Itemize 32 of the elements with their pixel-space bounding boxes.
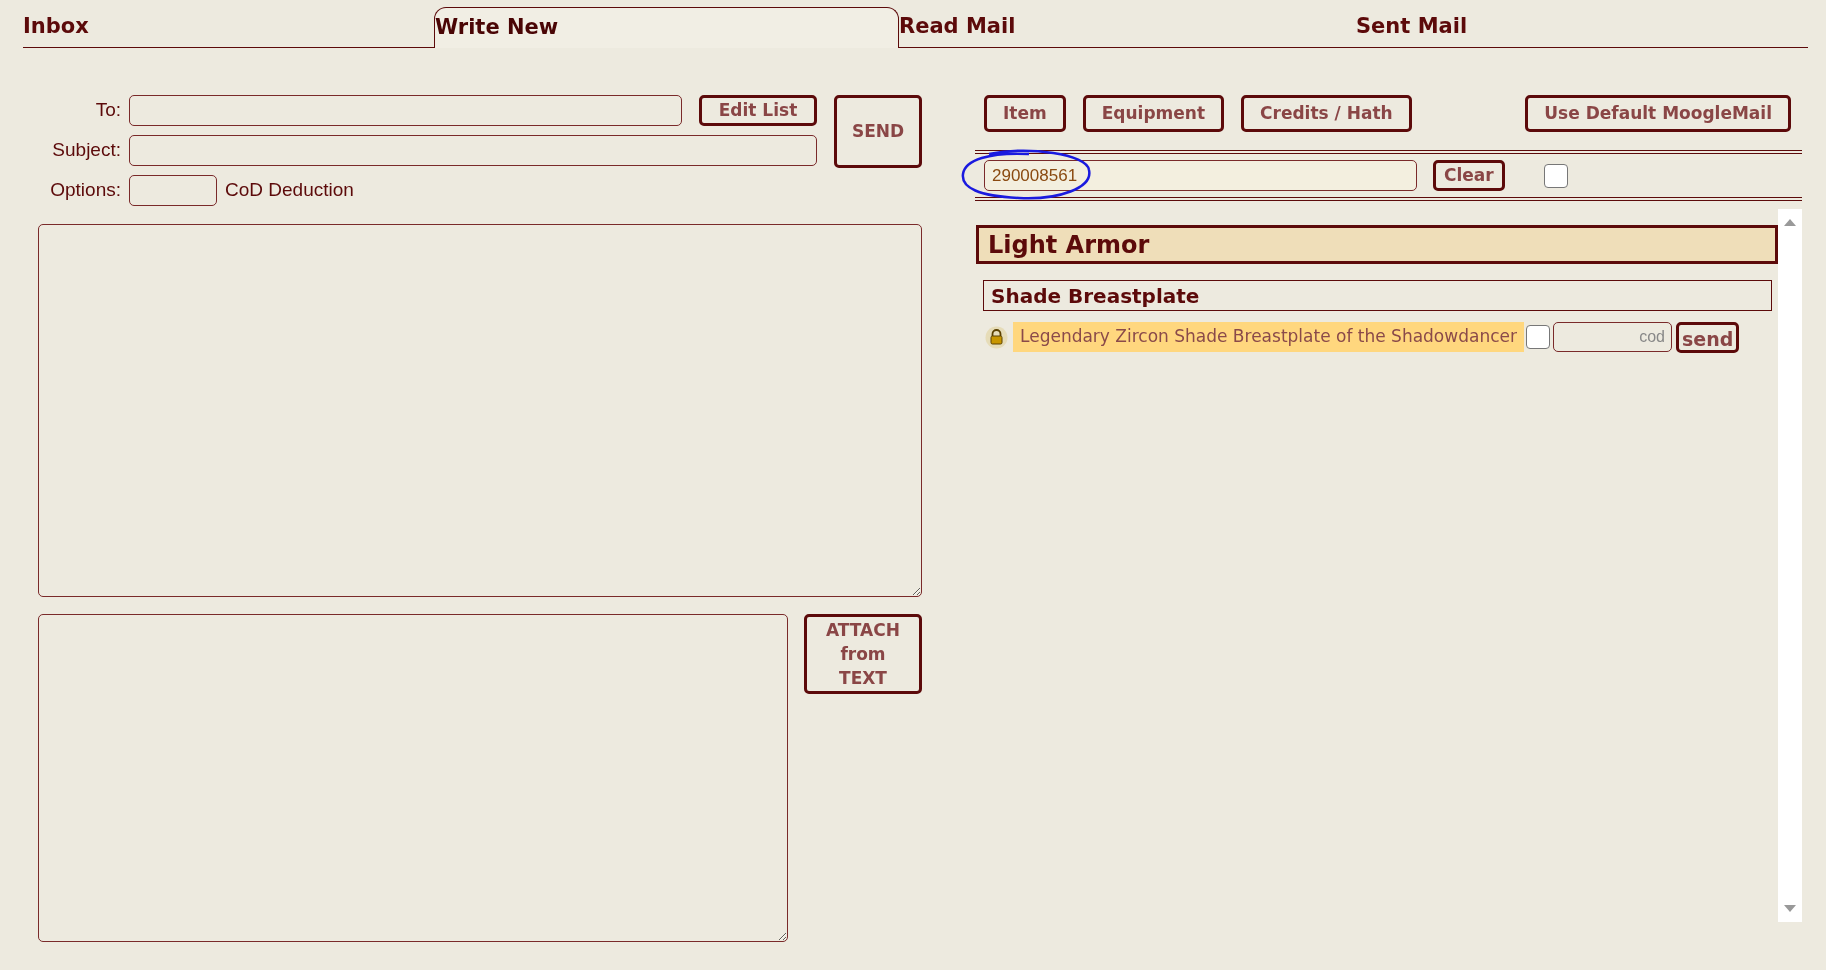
edit-list-button[interactable]: Edit List [699,95,817,126]
tab[interactable]: Write New [434,7,899,48]
scroll-up-icon[interactable] [1784,219,1796,226]
category-button[interactable]: Item [984,95,1066,132]
attach-text-field[interactable] [38,614,788,942]
item-send-button[interactable]: send [1675,321,1740,353]
filter-checkbox[interactable] [1543,163,1568,188]
message-field[interactable] [38,224,922,597]
item-name[interactable]: Legendary Zircon Shade Breastplate of the Shadowdancer [1013,322,1524,352]
search-field[interactable]: 290008561 [984,160,1417,191]
clear-button[interactable]: Clear [1433,160,1505,191]
group-header: Shade Breastplate [983,280,1772,311]
options-label: Options: [49,178,122,203]
to-field[interactable] [129,95,682,126]
category-button[interactable]: Credits / Hath [1241,95,1412,132]
tab[interactable]: Read Mail [899,7,1356,48]
tab[interactable]: Inbox [23,7,434,48]
scroll-down-icon[interactable] [1784,905,1796,912]
scrollbar[interactable] [1778,209,1802,922]
item-checkbox[interactable] [1525,325,1550,349]
default-mail-button[interactable]: Use Default MoogleMail [1525,95,1791,132]
cod-amount-field[interactable]: cod [1552,322,1672,352]
tab[interactable]: Sent Mail [1356,7,1808,48]
subject-field[interactable] [129,135,817,166]
attach-from-text-button[interactable]: ATTACH from TEXT [804,614,922,694]
send-button[interactable]: SEND [834,95,922,168]
subject-label: Subject: [51,138,122,163]
category-header: Light Armor [976,225,1778,264]
category-button[interactable]: Equipment [1082,95,1225,132]
cod-field[interactable] [129,175,217,206]
to-label: To: [94,98,122,123]
cod-label: CoD Deduction [225,178,354,203]
